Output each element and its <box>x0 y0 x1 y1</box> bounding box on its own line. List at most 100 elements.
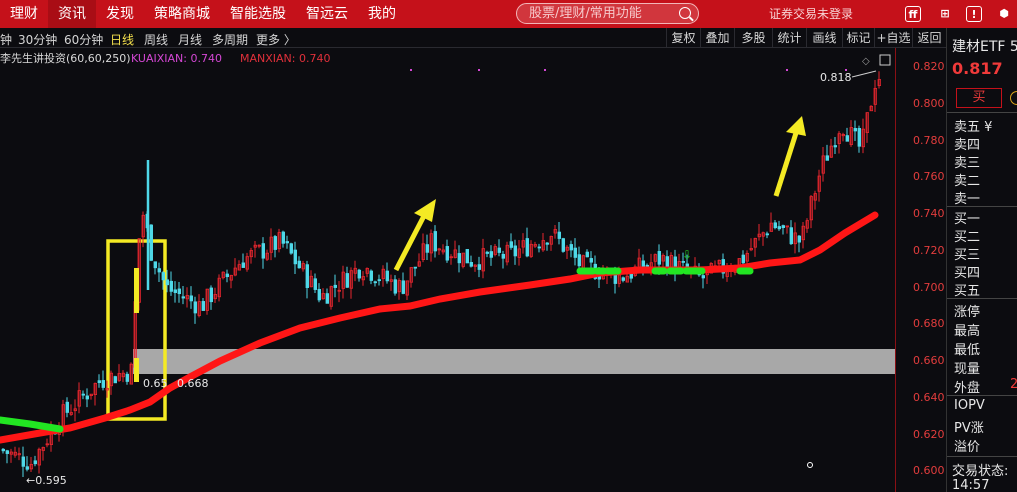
nav-item-celue[interactable]: 策略商城 <box>144 0 220 28</box>
ytick: 0.680 <box>913 317 945 330</box>
draw-button[interactable]: 画线 <box>806 28 842 48</box>
ytick: 0.780 <box>913 134 945 147</box>
box-icon[interactable]: ⬢ <box>996 6 1012 22</box>
search-placeholder: 股票/理财/常用功能 <box>529 6 642 21</box>
tf-weekly[interactable]: 周线 <box>144 31 168 48</box>
candle-body <box>297 260 301 269</box>
candle-body <box>845 135 849 142</box>
premium-label: 溢价 <box>954 440 981 455</box>
candle-body <box>773 222 777 229</box>
buy-button[interactable]: 买 <box>956 88 1002 108</box>
candle-body <box>101 380 105 388</box>
annot-mid-a: 0.65 <box>143 377 168 390</box>
candle-body <box>777 226 781 230</box>
arrow-2 <box>773 116 806 197</box>
candle-body <box>201 301 205 311</box>
message-icon[interactable]: ! <box>966 6 982 22</box>
ytick: 0.620 <box>913 428 945 441</box>
candle-body <box>585 251 589 258</box>
back-button[interactable]: 返回 <box>912 28 946 48</box>
time-label: 14:57 <box>952 478 990 492</box>
sell1-label: 卖一 <box>954 192 981 207</box>
candle-body <box>765 233 769 236</box>
candle-body <box>485 251 489 254</box>
candle-body <box>161 272 165 281</box>
outer-value: 2 <box>1010 377 1017 392</box>
tf-min[interactable]: 钟 <box>0 31 12 48</box>
ytick: 0.700 <box>913 281 945 294</box>
candle-body <box>21 456 25 467</box>
multi-stock-button[interactable]: 多股 <box>734 28 772 48</box>
ytick: 0.660 <box>913 354 945 367</box>
stats-button[interactable]: 统计 <box>772 28 806 48</box>
nav-item-wode[interactable]: 我的 <box>358 0 406 28</box>
slow-line <box>0 211 879 444</box>
window-icon[interactable] <box>879 54 891 66</box>
ytick: 0.640 <box>913 391 945 404</box>
down-arrow-marker: ⇩ <box>682 248 692 262</box>
adjust-button[interactable]: 复权 <box>666 28 700 48</box>
nav-item-zhiyuanyun[interactable]: 智远云 <box>296 0 358 28</box>
overlay-button[interactable]: 叠加 <box>700 28 734 48</box>
candle-body <box>469 262 473 267</box>
sell4-label: 卖四 <box>954 138 981 153</box>
candle-body <box>621 277 625 281</box>
divider <box>947 456 1017 457</box>
low-label: 最低 <box>954 343 981 358</box>
candle-body <box>457 253 461 264</box>
login-status[interactable]: 证券交易未登录 <box>769 0 853 28</box>
tf-more[interactable]: 更多 〉 <box>256 31 296 48</box>
candle-body <box>261 243 265 259</box>
search-input[interactable]: 股票/理财/常用功能 <box>516 3 699 24</box>
search-icon[interactable] <box>679 7 691 19</box>
candle-body <box>701 275 705 279</box>
mark-button[interactable]: 标记 <box>842 28 874 48</box>
nav-item-faxian[interactable]: 发现 <box>96 0 144 28</box>
candle-body <box>525 238 529 257</box>
candle-body <box>289 243 293 254</box>
app-window: 理财 资讯 发现 策略商城 智能选股 智远云 我的 股票/理财/常用功能 证券交… <box>0 0 1017 492</box>
candle-body <box>181 296 185 299</box>
candle-body <box>209 287 213 303</box>
candle-body <box>433 231 437 252</box>
tf-30min[interactable]: 30分钟 <box>18 31 57 48</box>
nav-item-xuangu[interactable]: 智能选股 <box>220 0 296 28</box>
candle-body <box>357 269 361 279</box>
nav-item-zixun[interactable]: 资讯 <box>48 0 96 28</box>
candle-body <box>465 249 469 264</box>
ytick: 0.740 <box>913 207 945 220</box>
refresh-icon[interactable] <box>1010 91 1017 105</box>
candle-body <box>853 128 857 132</box>
candle-body <box>1 448 5 452</box>
candle-body <box>85 395 89 400</box>
trade-icon[interactable]: ff <box>905 6 921 22</box>
candle-body <box>225 273 229 278</box>
candle-body <box>165 279 169 286</box>
candle-body <box>149 224 153 261</box>
grid-icon[interactable]: ⊞ <box>937 6 953 22</box>
candle-body <box>789 227 793 245</box>
candle-body <box>573 247 577 258</box>
nav-item-licai[interactable]: 理财 <box>0 0 48 28</box>
candle-body <box>125 373 129 382</box>
candle-body <box>561 238 565 252</box>
tf-60min[interactable]: 60分钟 <box>64 31 103 48</box>
candle-body <box>741 254 745 264</box>
candle-body <box>193 301 197 314</box>
tf-daily[interactable]: 日线 <box>110 31 134 48</box>
kline-chart[interactable]: 李先生讲投资(60,60,250) KUAIXIAN: 0.740 MANXIA… <box>0 48 895 492</box>
sell5-label: 卖五 ¥ <box>954 120 993 135</box>
divider <box>947 112 1017 113</box>
annot-low: ←0.595 <box>26 474 67 487</box>
tf-multi[interactable]: 多周期 <box>212 31 248 48</box>
add-watchlist-button[interactable]: +自选 <box>874 28 912 48</box>
tf-monthly[interactable]: 月线 <box>178 31 202 48</box>
candle-body <box>577 254 581 267</box>
ytick: 0.820 <box>913 60 945 73</box>
sell3-label: 卖三 <box>954 156 981 171</box>
candle-body <box>169 280 173 292</box>
buy5-label: 买五 <box>954 284 981 299</box>
candle-body <box>425 244 429 253</box>
candle-body <box>497 247 501 253</box>
diamond-icon[interactable]: ◇ <box>862 56 870 67</box>
